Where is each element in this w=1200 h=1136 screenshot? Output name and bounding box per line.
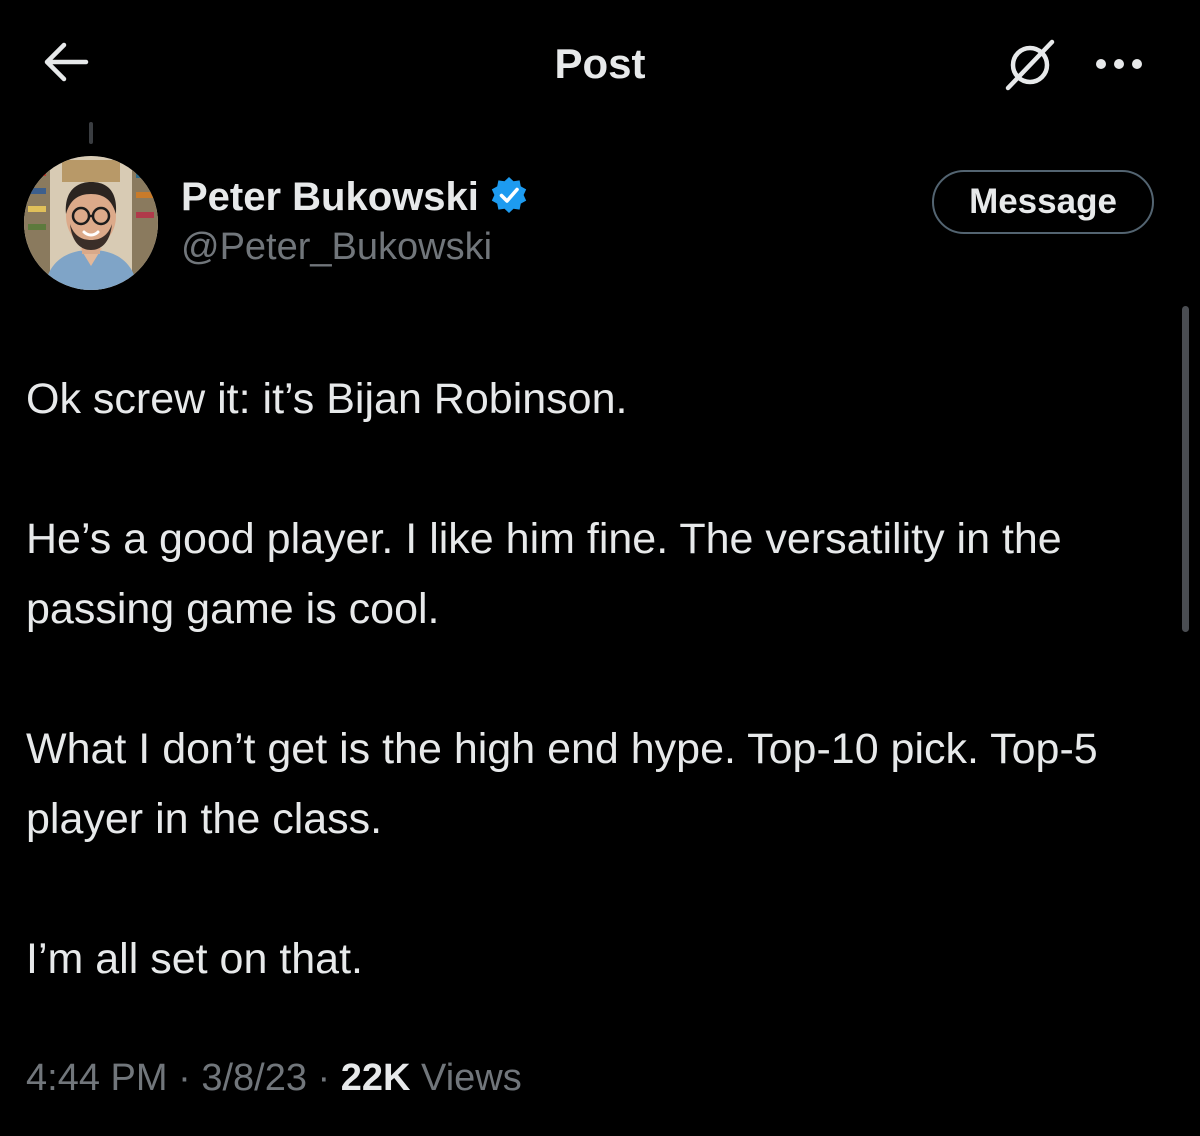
more-icon xyxy=(1094,57,1144,76)
more-options-button[interactable] xyxy=(1094,57,1144,76)
author-handle[interactable]: @Peter_Bukowski xyxy=(181,226,529,269)
grok-icon xyxy=(1000,34,1060,99)
display-name[interactable]: Peter Bukowski xyxy=(181,175,479,220)
display-name-row: Peter Bukowski xyxy=(181,170,529,224)
author-names: Peter Bukowski @Peter_Bukowski xyxy=(181,170,529,269)
post-paragraph: Ok screw it: it’s Bijan Robinson. xyxy=(26,375,628,423)
post-text: Ok screw it: it’s Bijan Robinson. He’s a… xyxy=(26,364,1166,994)
thread-connector-line xyxy=(89,122,93,144)
top-bar: Post xyxy=(0,0,1200,124)
post-date[interactable]: 3/8/23 xyxy=(201,1057,307,1099)
back-arrow-icon xyxy=(42,40,90,89)
back-button[interactable] xyxy=(38,36,94,92)
post-paragraph: What I don’t get is the high end hype. T… xyxy=(26,725,1098,843)
author-row: Peter Bukowski @Peter_Bukowski Message xyxy=(24,156,1154,296)
top-actions xyxy=(1000,34,1144,99)
verified-badge-icon xyxy=(489,175,529,220)
avatar-photo xyxy=(24,156,158,290)
post-meta: 4:44 PM · 3/8/23 · 22K Views xyxy=(26,1052,522,1104)
avatar[interactable] xyxy=(24,156,158,290)
views-label: Views xyxy=(421,1057,522,1099)
scrollbar[interactable] xyxy=(1182,306,1189,632)
message-button[interactable]: Message xyxy=(932,170,1154,234)
post-paragraph: I’m all set on that. xyxy=(26,935,363,983)
meta-separator: · xyxy=(178,1057,191,1099)
views-count[interactable]: 22K xyxy=(341,1057,411,1099)
post-paragraph: He’s a good player. I like him fine. The… xyxy=(26,515,1062,633)
grok-button[interactable] xyxy=(1000,34,1060,99)
meta-separator: · xyxy=(317,1057,331,1099)
post-time[interactable]: 4:44 PM xyxy=(26,1057,168,1099)
